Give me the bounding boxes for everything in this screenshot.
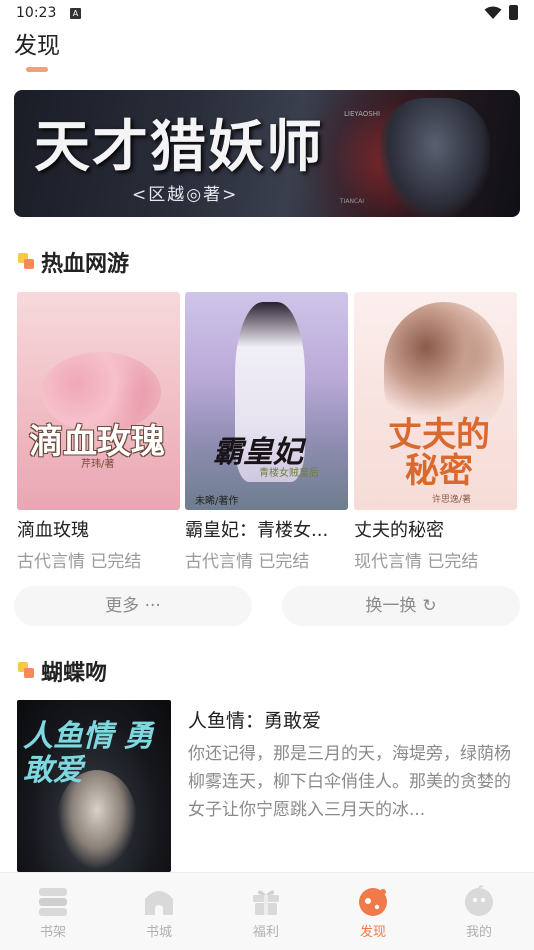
battery-icon xyxy=(509,5,518,20)
section-title: 蝴蝶吻 xyxy=(41,661,108,686)
nav-item-bookshelf[interactable]: 书架 xyxy=(0,873,106,950)
bookshelf-icon xyxy=(39,888,67,916)
bottom-nav: 书架 书城 福利 发现 我的 xyxy=(0,872,534,950)
cover-author: 未晞/著作 xyxy=(195,496,239,507)
rec-book-description[interactable]: 你还记得，那是三月的天，海堤旁，绿荫杨柳雾连天，柳下白伞俏佳人。那美的贪婪的女子… xyxy=(188,740,522,824)
bookstore-icon xyxy=(145,891,173,915)
banner-latin-1: TIANCAI xyxy=(339,198,364,205)
banner-title: 天才猎妖师 xyxy=(34,114,324,180)
cover-author: 芹玮/著 xyxy=(81,459,115,470)
banner-figure-image xyxy=(380,98,490,217)
cover-title: 人鱼情 勇敢爱 xyxy=(23,719,154,788)
nav-item-gift[interactable]: 福利 xyxy=(213,873,319,950)
refresh-button[interactable]: 换一换 ↻ xyxy=(282,586,520,626)
refresh-label: 换一换 xyxy=(365,596,417,616)
banner-latin-2: LIEYAOSHI xyxy=(344,110,381,118)
page-title: 发现 xyxy=(14,33,60,59)
nav-item-profile[interactable]: 我的 xyxy=(426,873,532,950)
wifi-icon xyxy=(484,6,502,19)
banner[interactable]: 天才猎妖师 <区越◎著> TIANCAI LIEYAOSHI xyxy=(14,90,520,217)
nav-label: 书架 xyxy=(39,925,66,940)
book-title: 丈夫的秘密 xyxy=(354,520,444,541)
book-cover: 滴血玫瑰 芹玮/著 xyxy=(17,292,180,510)
book-title: 滴血玫瑰 xyxy=(17,520,89,541)
rec-book-cover[interactable]: 人鱼情 勇敢爱 xyxy=(17,700,171,872)
status-bar: 10:23 A xyxy=(0,0,534,26)
rec-book-title[interactable]: 人鱼情：勇敢爱 xyxy=(188,706,321,733)
book-cover: 霸皇妃 青楼女贼皇后 未晞/著作 xyxy=(185,292,348,510)
book-title: 霸皇妃：青楼女... xyxy=(185,520,329,541)
nav-label: 发现 xyxy=(359,925,386,940)
book-meta: 古代言情 已完结 xyxy=(185,552,310,572)
section-icon xyxy=(18,662,34,678)
nav-item-discover[interactable]: 发现 xyxy=(320,873,426,950)
cover-author: 许思逸/著 xyxy=(432,495,472,505)
more-button[interactable]: 更多 ··· xyxy=(14,586,252,626)
book-meta: 现代言情 已完结 xyxy=(354,552,479,572)
section-icon xyxy=(18,253,34,269)
cover-title: 丈夫的秘密 xyxy=(388,415,490,491)
banner-author: <区越◎著> xyxy=(132,185,239,205)
nav-item-bookstore[interactable]: 书城 xyxy=(106,873,212,950)
nav-label: 我的 xyxy=(465,925,492,940)
notification-icon: A xyxy=(70,8,81,19)
status-time: 10:23 xyxy=(16,5,57,21)
section-title: 热血网游 xyxy=(41,252,130,277)
gift-icon xyxy=(253,890,279,915)
refresh-icon: ↻ xyxy=(422,596,437,616)
book-cover: 丈夫的秘密 许思逸/著 xyxy=(354,292,517,510)
more-label: 更多 ··· xyxy=(105,596,161,616)
nav-label: 福利 xyxy=(252,925,279,940)
discover-icon xyxy=(359,888,387,916)
profile-icon xyxy=(465,885,493,916)
nav-label: 书城 xyxy=(145,925,172,940)
title-underline xyxy=(26,67,48,72)
cover-subtitle: 青楼女贼皇后 xyxy=(259,468,319,479)
book-meta: 古代言情 已完结 xyxy=(17,552,142,572)
